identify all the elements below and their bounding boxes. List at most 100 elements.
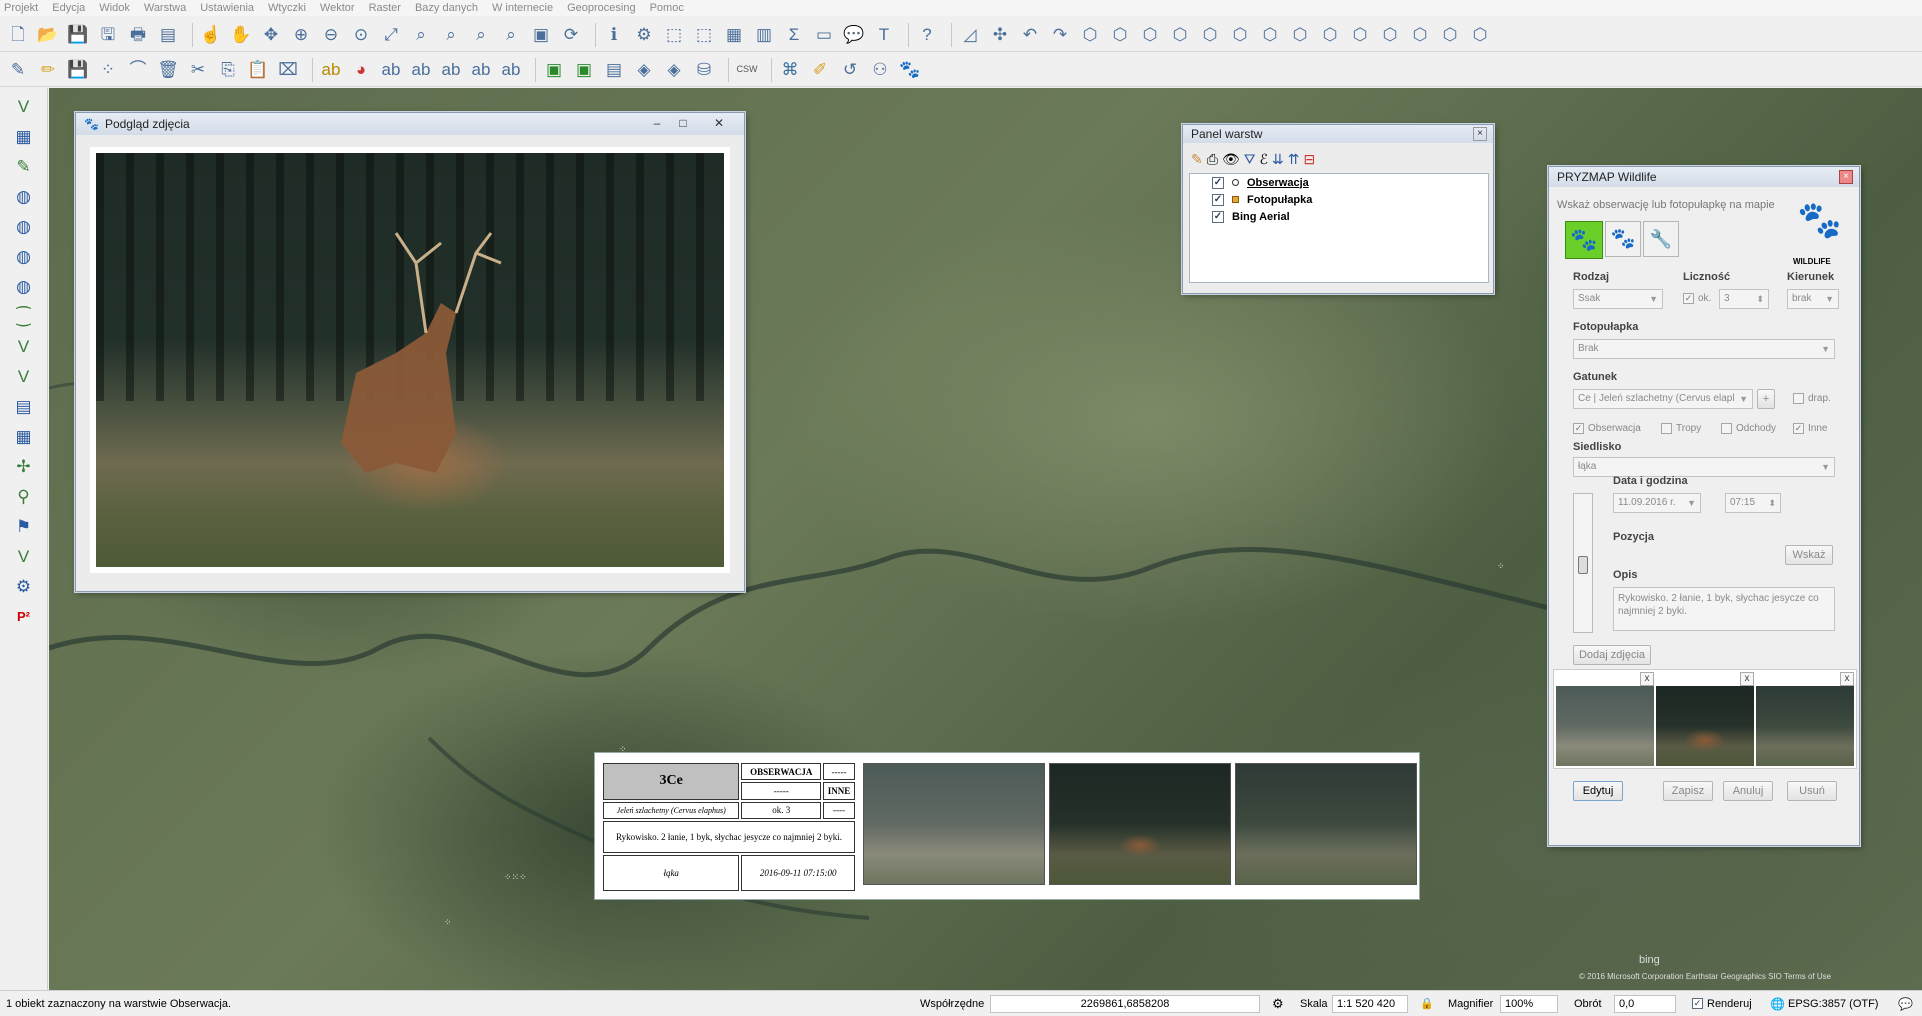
advanced-edit-icon[interactable]: ⬡ <box>1078 23 1102 47</box>
advanced-edit-icon[interactable]: ⬡ <box>1258 23 1282 47</box>
menu-ustawienia[interactable]: Ustawienia <box>200 2 254 14</box>
text-annotation-icon[interactable]: T <box>872 23 896 47</box>
expand-all-icon[interactable]: ⇊ <box>1272 151 1284 168</box>
thumbnail-3[interactable] <box>1756 686 1854 766</box>
coords-field[interactable]: 2269861,6858208 <box>990 994 1260 1013</box>
close-button[interactable]: × <box>1473 127 1487 141</box>
select-icon[interactable]: ⬚ <box>662 23 686 47</box>
touch-icon[interactable]: ☝ <box>199 23 223 47</box>
menu-wektor[interactable]: Wektor <box>320 2 355 14</box>
advanced-edit-icon[interactable]: ⬡ <box>1468 23 1492 47</box>
pan-to-selection-icon[interactable]: ✥ <box>259 23 283 47</box>
gatunek-select[interactable]: Ce | Jeleń szlachetny (Cervus elapl ▼ <box>1573 389 1753 409</box>
messages-icon[interactable]: 💬 <box>1898 997 1913 1011</box>
advanced-edit-icon[interactable]: ⬡ <box>1378 23 1402 47</box>
label-pin-icon[interactable]: ab <box>379 58 403 82</box>
undo-icon[interactable]: ⌧ <box>276 58 300 82</box>
zoom-next-icon[interactable]: ⌕ <box>499 23 523 47</box>
add-spatialite-icon[interactable]: ◍ <box>12 184 36 208</box>
layer-row-obserwacja[interactable]: ✓ Obserwacja <box>1190 174 1488 191</box>
new-project-icon[interactable]: 🗋 <box>6 23 30 47</box>
add-species-button[interactable]: + <box>1757 389 1775 409</box>
cut-icon[interactable]: ✂ <box>186 58 210 82</box>
menu-warstwa[interactable]: Warstwa <box>144 2 186 14</box>
deselect-icon[interactable]: ⬚ <box>692 23 716 47</box>
help-icon[interactable]: ? <box>915 23 939 47</box>
pryzmap-titlebar[interactable]: PRYZMAP Wildlife <box>1549 167 1859 187</box>
filter-expression-icon[interactable]: ℰ <box>1259 151 1267 168</box>
layers-panel-titlebar[interactable]: Panel warstw <box>1183 125 1493 143</box>
advanced-edit-icon[interactable]: ⬡ <box>1318 23 1342 47</box>
menu-w-internecie[interactable]: W internecie <box>492 2 553 14</box>
label-icon[interactable]: ab <box>319 58 343 82</box>
siedlisko-select[interactable]: łąka ▼ <box>1573 457 1835 477</box>
wms-icon[interactable]: ◈ <box>632 58 656 82</box>
refresh-icon[interactable]: ⟳ <box>559 23 583 47</box>
network-icon[interactable]: ⚇ <box>868 58 892 82</box>
current-edits-icon[interactable]: ✎ <box>6 58 30 82</box>
menu-edycja[interactable]: Edycja <box>52 2 85 14</box>
zoom-to-layer-icon[interactable]: ⌕ <box>439 23 463 47</box>
menu-geoprocesing[interactable]: Geoprocesing <box>567 2 636 14</box>
position-slider[interactable] <box>1573 493 1593 633</box>
add-mssql-icon[interactable]: ▦ <box>12 424 36 448</box>
slider-handle[interactable] <box>1578 556 1588 574</box>
add-group-icon[interactable]: ⎙ <box>1207 151 1218 168</box>
advanced-edit-icon[interactable]: ⬡ <box>1108 23 1132 47</box>
zoom-in-icon[interactable]: ⊕ <box>289 23 313 47</box>
observation-mode-button[interactable]: 🐾 <box>1565 221 1603 259</box>
digitize-icon[interactable]: ◿ <box>958 23 982 47</box>
wildlife-paw-icon[interactable]: 🐾 <box>898 58 922 82</box>
advanced-edit-icon[interactable]: ⬡ <box>1288 23 1312 47</box>
date-picker[interactable]: 11.09.2016 r. ▼ <box>1613 493 1701 513</box>
close-button[interactable]: × <box>1839 170 1853 184</box>
measure-icon[interactable]: ▭ <box>812 23 836 47</box>
add-wfs-icon[interactable]: ◍ <box>12 274 36 298</box>
add-vector-layer-icon[interactable]: V <box>12 94 36 118</box>
add-postgis-icon[interactable]: ✎ <box>12 154 36 178</box>
advanced-edit-icon[interactable]: ⬡ <box>1348 23 1372 47</box>
lock-icon[interactable]: 🔒 <box>1420 997 1434 1010</box>
obserwacja-checkbox[interactable]: ✓ Obserwacja <box>1573 423 1641 434</box>
new-shapefile-icon[interactable]: V <box>12 334 36 358</box>
layer-row-bing-aerial[interactable]: ✓ Bing Aerial <box>1190 208 1488 225</box>
cancel-button[interactable]: Anuluj <box>1723 781 1773 801</box>
plugin-manager-icon[interactable]: ▣ <box>572 58 596 82</box>
zoom-native-icon[interactable]: ⊙ <box>349 23 373 47</box>
add-photos-button[interactable]: Dodaj zdjęcia <box>1573 645 1651 665</box>
layer-visibility-checkbox[interactable]: ✓ <box>1212 193 1224 206</box>
edit-button[interactable]: Edytuj <box>1573 781 1623 801</box>
save-button[interactable]: Zapisz <box>1663 781 1713 801</box>
advanced-edit-icon[interactable]: ⬡ <box>1228 23 1252 47</box>
open-layer-style-icon[interactable]: ✎ <box>1191 151 1203 168</box>
zoom-out-icon[interactable]: ⊖ <box>319 23 343 47</box>
add-csv-icon[interactable]: ⁐ <box>12 304 36 328</box>
photo-preview-titlebar[interactable]: 🐾 Podgląd zdjęcia <box>76 113 744 135</box>
remove-layer-icon[interactable]: ⊟ <box>1303 151 1315 168</box>
zoom-last-icon[interactable]: ⌕ <box>469 23 493 47</box>
pencil-icon[interactable]: ✐ <box>808 58 832 82</box>
inne-checkbox[interactable]: ✓ Inne <box>1793 423 1827 434</box>
map-tips-icon[interactable]: 💬 <box>842 23 866 47</box>
maximize-button[interactable]: □ <box>674 116 692 131</box>
close-button[interactable]: ✕ <box>710 116 728 131</box>
save-edits-icon[interactable]: 💾 <box>66 58 90 82</box>
csw-icon[interactable]: CSW <box>735 58 759 82</box>
pan-icon[interactable]: ✋ <box>229 23 253 47</box>
processing-icon[interactable]: ⚙ <box>12 574 36 598</box>
label-change-icon[interactable]: ab <box>499 58 523 82</box>
kierunek-select[interactable]: brak ▼ <box>1787 289 1839 309</box>
tropy-checkbox[interactable]: Tropy <box>1661 423 1701 434</box>
remove-thumbnail-button[interactable]: x <box>1740 672 1754 686</box>
crs-status[interactable]: EPSG:3857 (OTF) <box>1788 998 1878 1010</box>
crs-icon[interactable]: 🌐 <box>1770 997 1785 1011</box>
wskaz-button[interactable]: Wskaż <box>1785 545 1833 565</box>
sum-icon[interactable]: Σ <box>782 23 806 47</box>
python-console-icon[interactable]: ⌘ <box>778 58 802 82</box>
manage-map-themes-icon[interactable]: 👁 <box>1222 151 1240 168</box>
odchody-checkbox[interactable]: Odchody <box>1721 423 1776 434</box>
rotation-spinner[interactable]: 0,0 <box>1614 994 1676 1013</box>
diagram-icon[interactable]: ◕ <box>349 58 373 82</box>
label-move-icon[interactable]: ab <box>439 58 463 82</box>
toggle-editing-icon[interactable]: ✏ <box>36 58 60 82</box>
